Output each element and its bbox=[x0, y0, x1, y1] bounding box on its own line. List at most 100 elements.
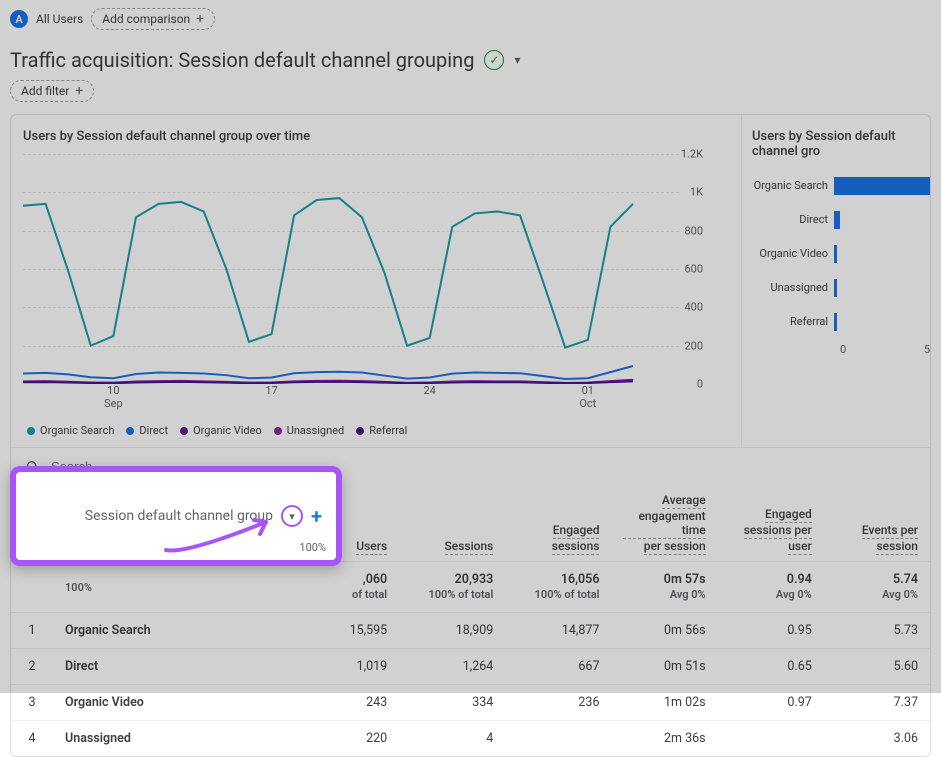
legend-item[interactable]: Direct bbox=[126, 424, 168, 437]
legend-swatch bbox=[126, 427, 134, 435]
tutorial-arrow-icon bbox=[156, 512, 286, 556]
line-chart-pane: Users by Session default channel group o… bbox=[11, 115, 741, 447]
add-comparison-button[interactable]: Add comparison + bbox=[91, 8, 215, 30]
row-cell: 4 bbox=[399, 721, 505, 757]
line-xtick: 24 bbox=[423, 384, 435, 397]
row-cell: 14,877 bbox=[505, 613, 611, 649]
add-secondary-dimension-button[interactable]: + bbox=[311, 504, 322, 528]
bar-chart-title: Users by Session default channel gro bbox=[752, 129, 930, 159]
table-header-metric[interactable]: Averageengagement timeper session bbox=[611, 485, 717, 562]
row-cell: 334 bbox=[399, 685, 505, 721]
row-cell: 0.97 bbox=[718, 685, 824, 721]
row-cell: 243 bbox=[293, 685, 399, 721]
bar-label: Unassigned bbox=[752, 282, 834, 294]
row-cell: 667 bbox=[505, 649, 611, 685]
status-check-icon[interactable]: ✓ bbox=[484, 50, 504, 70]
segment-badge: A bbox=[10, 10, 28, 28]
bar-row[interactable]: Referral bbox=[752, 305, 930, 339]
page-title: Traffic acquisition: Session default cha… bbox=[10, 48, 474, 72]
table-total-cell: 0m 57sAvg 0% bbox=[611, 562, 717, 613]
row-cell: 0.95 bbox=[718, 613, 824, 649]
bar-chart-x-axis: 0 5 bbox=[840, 339, 930, 356]
line-chart-x-axis: 10Sep 17 24 01Oct bbox=[23, 384, 679, 416]
bar-xtick: 5 bbox=[924, 343, 930, 356]
report-card: Users by Session default channel group o… bbox=[10, 114, 931, 757]
row-cell: 0m 56s bbox=[611, 613, 717, 649]
row-cell: 1,019 bbox=[293, 649, 399, 685]
table-header-metric[interactable]: Sessions bbox=[399, 485, 505, 562]
table-total-cell: 16,056100% of total bbox=[505, 562, 611, 613]
line-chart[interactable]: 02004006008001K1.2K bbox=[23, 154, 729, 384]
row-dimension[interactable]: Unassigned bbox=[53, 721, 293, 757]
row-cell: 236 bbox=[505, 685, 611, 721]
table-header-metric[interactable]: Engagedsessions peruser bbox=[718, 485, 824, 562]
line-xtick: 17 bbox=[265, 384, 277, 397]
bar-fill bbox=[834, 177, 930, 195]
row-cell bbox=[718, 721, 824, 757]
legend-item[interactable]: Referral bbox=[356, 424, 407, 437]
table-header-metric[interactable]: Events persession bbox=[824, 485, 930, 562]
tutorial-highlight: Session default channel group ▾ + 100% bbox=[10, 466, 342, 566]
plus-icon: + bbox=[75, 84, 83, 98]
legend-item[interactable]: Unassigned bbox=[274, 424, 345, 437]
bar-row[interactable]: Organic Search bbox=[752, 169, 930, 203]
legend-item[interactable]: Organic Video bbox=[180, 424, 262, 437]
row-cell: 5.60 bbox=[824, 649, 930, 685]
bar-label: Direct bbox=[752, 214, 834, 226]
bar-fill bbox=[834, 313, 837, 331]
row-cell: 5.73 bbox=[824, 613, 930, 649]
row-cell: 3.06 bbox=[824, 721, 930, 757]
legend-item[interactable]: Organic Search bbox=[27, 424, 114, 437]
line-xtick: 10Sep bbox=[104, 384, 123, 410]
row-dimension[interactable]: Organic Search bbox=[53, 613, 293, 649]
row-index: 3 bbox=[11, 685, 53, 721]
title-menu-caret-icon[interactable]: ▾ bbox=[514, 53, 520, 67]
bar-xtick: 0 bbox=[840, 343, 846, 356]
row-cell: 1,264 bbox=[399, 649, 505, 685]
legend-swatch bbox=[274, 427, 282, 435]
row-cell: 220 bbox=[293, 721, 399, 757]
bar-fill bbox=[834, 245, 837, 263]
table-row[interactable]: 1Organic Search15,59518,90914,8770m 56s0… bbox=[11, 613, 930, 649]
row-cell: 7.37 bbox=[824, 685, 930, 721]
bar-chart-pane: Users by Session default channel gro Org… bbox=[741, 115, 930, 447]
table-total-cell: ,060of total bbox=[293, 562, 399, 613]
bar-label: Organic Search bbox=[752, 180, 834, 192]
row-cell: 2m 36s bbox=[611, 721, 717, 757]
bar-row[interactable]: Unassigned bbox=[752, 271, 930, 305]
segment-label[interactable]: All Users bbox=[36, 12, 83, 26]
table-row[interactable]: 3Organic Video2433342361m 02s0.977.37 bbox=[11, 685, 930, 721]
report-filter-row: Add filter + bbox=[0, 76, 941, 114]
legend-label: Organic Video bbox=[193, 424, 262, 437]
legend-label: Direct bbox=[139, 424, 168, 437]
bar-label: Organic Video bbox=[752, 248, 834, 260]
line-chart-legend: Organic Search Direct Organic Video Unassig… bbox=[23, 416, 729, 437]
row-cell bbox=[505, 721, 611, 757]
add-filter-button[interactable]: Add filter + bbox=[10, 80, 94, 102]
add-comparison-label: Add comparison bbox=[102, 12, 190, 26]
table-row[interactable]: 2Direct1,0191,2646670m 51s0.655.60 bbox=[11, 649, 930, 685]
legend-label: Organic Search bbox=[40, 424, 114, 437]
line-xtick: 01Oct bbox=[579, 384, 596, 410]
legend-label: Referral bbox=[369, 424, 407, 437]
row-dimension[interactable]: Direct bbox=[53, 649, 293, 685]
row-cell: 15,595 bbox=[293, 613, 399, 649]
report-title-row: Traffic acquisition: Session default cha… bbox=[0, 34, 941, 76]
table-total-cell: 5.74Avg 0% bbox=[824, 562, 930, 613]
bar-fill bbox=[834, 279, 837, 297]
legend-swatch bbox=[27, 427, 35, 435]
table-row[interactable]: 4Unassigned22042m 36s3.06 bbox=[11, 721, 930, 757]
legend-swatch bbox=[180, 427, 188, 435]
row-cell: 0.65 bbox=[718, 649, 824, 685]
bar-chart[interactable]: Organic Search Direct Organic Video Unassig… bbox=[752, 169, 930, 339]
bar-label: Referral bbox=[752, 316, 834, 328]
row-dimension[interactable]: Organic Video bbox=[53, 685, 293, 721]
table-total-cell: 0.94Avg 0% bbox=[718, 562, 824, 613]
row-index: 1 bbox=[11, 613, 53, 649]
bar-row[interactable]: Organic Video bbox=[752, 237, 930, 271]
bar-row[interactable]: Direct bbox=[752, 203, 930, 237]
table-header-metric[interactable]: Engagedsessions bbox=[505, 485, 611, 562]
table-totals-row: 100%,060of total20,933100% of total16,05… bbox=[11, 562, 930, 613]
row-cell: 0m 51s bbox=[611, 649, 717, 685]
row-index: 4 bbox=[11, 721, 53, 757]
